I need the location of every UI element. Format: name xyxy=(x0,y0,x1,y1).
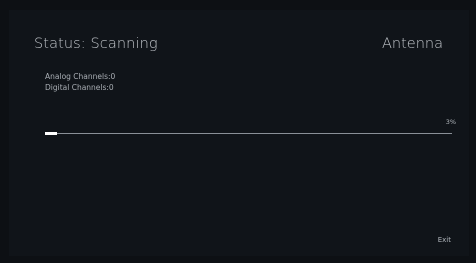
scan-progress-fill xyxy=(45,132,58,135)
exit-button[interactable]: Exit xyxy=(438,236,451,244)
scan-screen: Status: Scanning Antenna Analog Channels… xyxy=(0,0,476,263)
scan-progress-bar xyxy=(45,132,452,135)
digital-channel-count: Digital Channels:0 xyxy=(45,83,114,92)
signal-source-label: Antenna xyxy=(382,36,443,52)
analog-channel-count: Analog Channels:0 xyxy=(45,72,116,81)
scan-status-title: Status: Scanning xyxy=(34,36,158,52)
progress-percent: 3% xyxy=(445,118,456,126)
